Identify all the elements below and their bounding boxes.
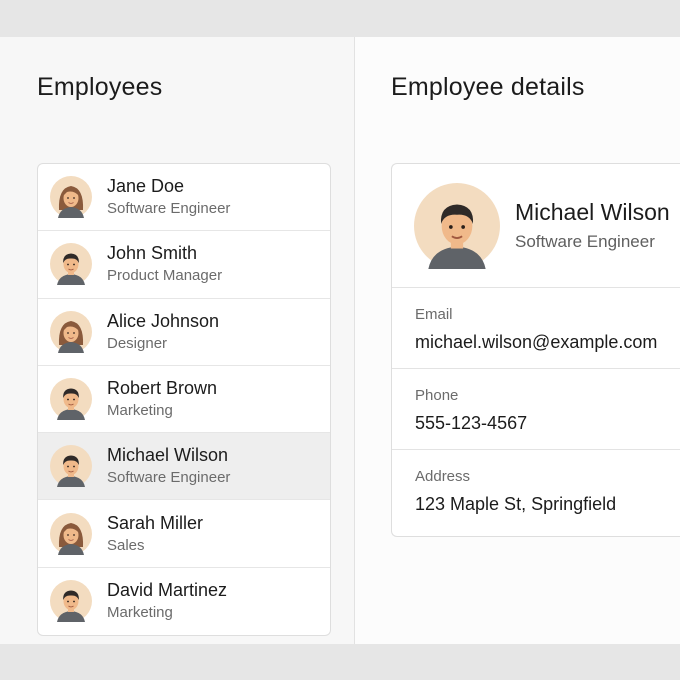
employee-row-david-martinez[interactable]: David Martinez Marketing	[38, 568, 330, 635]
detail-role: Software Engineer	[515, 232, 655, 251]
employee-name: David Martinez	[107, 580, 228, 601]
address-field: Address 123 Maple St, Springfield	[392, 450, 680, 536]
employee-row-jane-doe[interactable]: Jane Doe Software Engineer	[38, 164, 330, 232]
employee-role: Software Engineer	[107, 200, 231, 218]
details-pane: Employee details Michael Wilson Software…	[355, 37, 680, 644]
female-avatar-icon	[50, 310, 92, 353]
male-avatar-icon	[50, 445, 92, 488]
employee-name: Alice Johnson	[107, 310, 220, 331]
male-avatar-icon	[50, 378, 92, 421]
employee-role: Software Engineer	[107, 469, 231, 487]
detail-header: Michael Wilson Software Engineer	[392, 164, 680, 288]
employee-name: Michael Wilson	[107, 445, 229, 466]
employee-text: John Smith Product Manager	[107, 242, 222, 286]
employee-text: Sarah Miller Sales	[107, 512, 203, 556]
employees-title: Employees	[37, 73, 163, 101]
employee-detail-card: Michael Wilson Software Engineer Email m…	[391, 163, 680, 537]
employee-row-robert-brown[interactable]: Robert Brown Marketing	[38, 366, 330, 434]
employee-row-michael-wilson[interactable]: Michael Wilson Software Engineer	[38, 433, 330, 501]
phone-value[interactable]: 555-123-4567	[415, 411, 680, 435]
employee-row-sarah-miller[interactable]: Sarah Miller Sales	[38, 500, 330, 568]
male-avatar-icon	[50, 580, 92, 623]
employee-text: David Martinez Marketing	[107, 579, 227, 623]
employee-text: Alice Johnson Designer	[107, 310, 219, 354]
employee-text: Jane Doe Software Engineer	[107, 175, 230, 219]
male-avatar-icon	[50, 243, 92, 286]
details-title: Employee details	[391, 73, 585, 101]
employee-role: Product Manager	[107, 267, 223, 285]
email-value[interactable]: michael.wilson@example.com	[415, 330, 680, 354]
field-label: Address	[415, 468, 471, 485]
app-window: Employees Jane Doe Software Engineer Joh…	[0, 37, 680, 644]
employee-name: Sarah Miller	[107, 512, 204, 533]
female-avatar-icon	[50, 176, 92, 219]
field-label: Phone	[415, 387, 459, 404]
employee-text: Michael Wilson Software Engineer	[107, 444, 230, 488]
detail-name: Michael Wilson	[515, 199, 670, 225]
employee-role: Sales	[107, 536, 145, 554]
field-label: Email	[415, 306, 453, 323]
email-field: Email michael.wilson@example.com	[392, 288, 680, 369]
employee-name: Robert Brown	[107, 378, 218, 399]
phone-field: Phone 555-123-4567	[392, 369, 680, 450]
detail-heading: Michael Wilson Software Engineer	[515, 198, 670, 253]
employee-role: Designer	[107, 334, 168, 352]
employee-text: Robert Brown Marketing	[107, 377, 217, 421]
employee-name: Jane Doe	[107, 176, 185, 197]
employee-row-alice-johnson[interactable]: Alice Johnson Designer	[38, 299, 330, 366]
employee-list: Jane Doe Software Engineer John Smith Pr…	[37, 163, 331, 637]
employee-role: Marketing	[107, 402, 173, 420]
female-avatar-icon	[50, 512, 92, 555]
employee-row-john-smith[interactable]: John Smith Product Manager	[38, 231, 330, 299]
employee-name: John Smith	[107, 243, 198, 264]
employee-role: Marketing	[107, 604, 173, 622]
employees-pane: Employees Jane Doe Software Engineer Joh…	[0, 37, 355, 644]
male-avatar-icon	[414, 182, 500, 269]
address-value: 123 Maple St, Springfield	[415, 494, 617, 514]
